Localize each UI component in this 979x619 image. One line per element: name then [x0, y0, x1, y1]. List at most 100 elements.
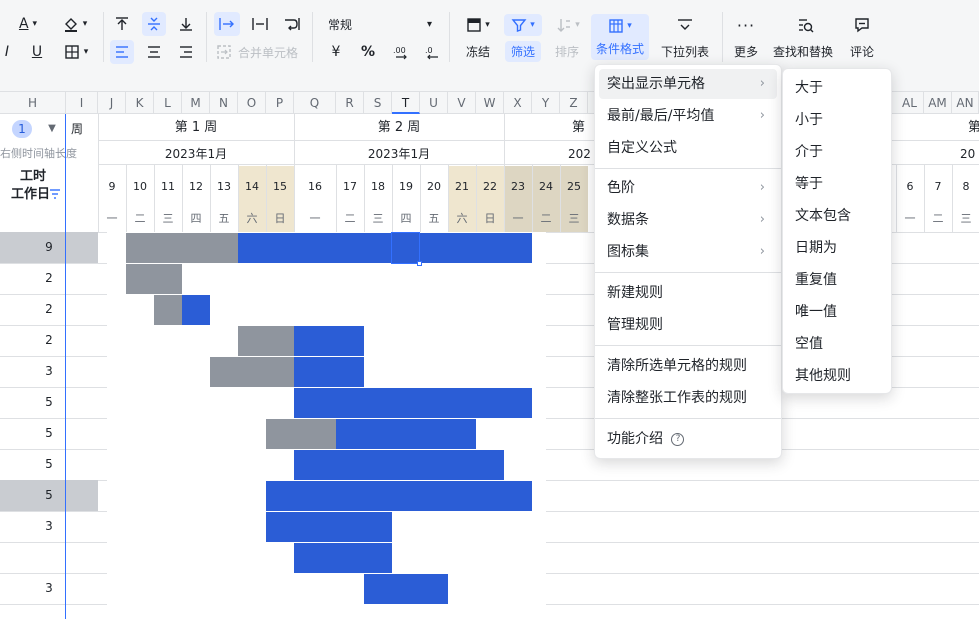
- column-header[interactable]: K: [126, 92, 154, 114]
- table-row[interactable]: 2: [0, 294, 98, 325]
- conditional-format-button[interactable]: ▾ 条件格式: [591, 14, 649, 60]
- more-label[interactable]: 更多: [734, 43, 758, 60]
- column-header[interactable]: Y: [532, 92, 560, 114]
- menu-item-top-bottom-average[interactable]: 最前/最后/平均值 ›: [599, 101, 777, 131]
- gantt-bar-actual[interactable]: [294, 543, 392, 573]
- column-header[interactable]: S: [364, 92, 392, 114]
- gantt-bar-actual[interactable]: [294, 357, 364, 387]
- comment-label[interactable]: 评论: [850, 43, 874, 60]
- gantt-bar-planned[interactable]: [126, 264, 182, 294]
- column-header[interactable]: Q: [294, 92, 336, 114]
- column-header[interactable]: L: [154, 92, 182, 114]
- fill-handle[interactable]: [417, 261, 422, 266]
- submenu-item[interactable]: 文本包含: [787, 200, 887, 232]
- gantt-bar-actual[interactable]: [238, 233, 532, 263]
- align-bottom-button[interactable]: [174, 12, 198, 36]
- sort-label[interactable]: 排序: [555, 43, 579, 60]
- freeze-label[interactable]: 冻结: [466, 43, 490, 60]
- filter-label[interactable]: 筛选: [505, 41, 542, 62]
- gantt-bar-planned[interactable]: [126, 233, 238, 263]
- text-clip-button[interactable]: [248, 12, 272, 36]
- caret-down-icon[interactable]: ▼: [44, 120, 60, 138]
- gantt-bar-planned[interactable]: [238, 326, 294, 356]
- percent-button[interactable]: %: [358, 41, 378, 63]
- column-header[interactable]: I: [66, 92, 98, 114]
- column-header[interactable]: J: [98, 92, 126, 114]
- align-left-button[interactable]: [110, 40, 134, 64]
- more-icon-button[interactable]: ···: [730, 14, 762, 36]
- align-center-button[interactable]: [142, 40, 166, 64]
- submenu-item[interactable]: 等于: [787, 168, 887, 200]
- align-right-button[interactable]: [174, 40, 198, 64]
- submenu-item[interactable]: 唯一值: [787, 296, 887, 328]
- submenu-item[interactable]: 重复值: [787, 264, 887, 296]
- table-row[interactable]: 5: [0, 480, 98, 511]
- filter-icon[interactable]: [48, 188, 62, 202]
- freeze-icon-button[interactable]: ▾: [462, 14, 494, 36]
- submenu-item[interactable]: 大于: [787, 72, 887, 104]
- italic-button[interactable]: I: [0, 41, 14, 63]
- table-row[interactable]: 5: [0, 418, 98, 449]
- menu-item-manage-rules[interactable]: 管理规则: [599, 310, 777, 340]
- sort-icon-button[interactable]: ▾: [552, 14, 584, 36]
- selected-cell[interactable]: [391, 232, 420, 264]
- increase-decimal-button[interactable]: .00: [390, 41, 412, 63]
- column-header[interactable]: Z: [560, 92, 588, 114]
- gantt-bar-actual[interactable]: [294, 326, 364, 356]
- column-header[interactable]: AN: [952, 92, 979, 114]
- column-header-selected[interactable]: T: [392, 92, 420, 114]
- gantt-bar-actual[interactable]: [364, 574, 448, 604]
- menu-item-color-scale[interactable]: 色阶 ›: [599, 173, 777, 203]
- menu-item-custom-formula[interactable]: 自定义公式: [599, 133, 777, 163]
- gantt-bar-actual[interactable]: [182, 295, 210, 325]
- table-row[interactable]: 3: [0, 511, 98, 542]
- gantt-bar-actual[interactable]: [294, 388, 532, 418]
- gantt-bar-actual[interactable]: [266, 512, 392, 542]
- column-header[interactable]: AL: [896, 92, 924, 114]
- level-badge[interactable]: 1: [12, 120, 32, 138]
- table-row[interactable]: 5: [0, 387, 98, 418]
- submenu-item[interactable]: 小于: [787, 104, 887, 136]
- table-row[interactable]: 3: [0, 573, 98, 604]
- number-format-select[interactable]: 常规 ▾: [320, 12, 440, 36]
- table-row[interactable]: 9: [0, 232, 98, 263]
- column-header[interactable]: P: [266, 92, 294, 114]
- gantt-bar-planned[interactable]: [154, 295, 182, 325]
- align-top-button[interactable]: [110, 12, 134, 36]
- gantt-bar-actual[interactable]: [266, 481, 532, 511]
- align-middle-button[interactable]: [142, 12, 166, 36]
- menu-item-highlight-cells[interactable]: 突出显示单元格 ›: [599, 69, 777, 99]
- table-row[interactable]: 5: [0, 449, 98, 480]
- submenu-item[interactable]: 介于: [787, 136, 887, 168]
- underline-button[interactable]: U: [26, 41, 48, 63]
- submenu-item[interactable]: 其他规则: [787, 360, 887, 392]
- gantt-bar-actual[interactable]: [336, 419, 476, 449]
- menu-item-clear-sheet-rules[interactable]: 清除整张工作表的规则: [599, 383, 777, 413]
- comment-icon-button[interactable]: [846, 14, 878, 36]
- column-header[interactable]: AM: [924, 92, 952, 114]
- column-header[interactable]: V: [448, 92, 476, 114]
- find-replace-icon-button[interactable]: [790, 14, 822, 36]
- column-header[interactable]: U: [420, 92, 448, 114]
- submenu-item[interactable]: 日期为: [787, 232, 887, 264]
- column-header[interactable]: H: [0, 92, 66, 114]
- font-color-button[interactable]: A ▾: [12, 14, 44, 34]
- menu-item-data-bar[interactable]: 数据条 ›: [599, 205, 777, 235]
- menu-item-new-rule[interactable]: 新建规则: [599, 278, 777, 308]
- menu-item-feature-intro[interactable]: 功能介绍 ?: [599, 424, 777, 454]
- merge-cells-button[interactable]: 合并单元格: [216, 41, 308, 63]
- table-row[interactable]: 2: [0, 325, 98, 356]
- submenu-item[interactable]: 空值: [787, 328, 887, 360]
- dropdown-list-label[interactable]: 下拉列表: [661, 43, 709, 60]
- dropdown-list-icon-button[interactable]: [664, 14, 706, 36]
- menu-item-icon-set[interactable]: 图标集 ›: [599, 237, 777, 267]
- column-header[interactable]: M: [182, 92, 210, 114]
- text-wrap-button[interactable]: [280, 12, 304, 36]
- filter-icon-button[interactable]: ▾: [504, 14, 542, 36]
- currency-button[interactable]: ¥: [326, 41, 346, 63]
- border-button[interactable]: ▾: [58, 41, 94, 63]
- column-header[interactable]: N: [210, 92, 238, 114]
- decrease-decimal-button[interactable]: .0: [422, 41, 444, 63]
- find-replace-label[interactable]: 查找和替换: [773, 43, 833, 60]
- gantt-bar-planned[interactable]: [266, 419, 336, 449]
